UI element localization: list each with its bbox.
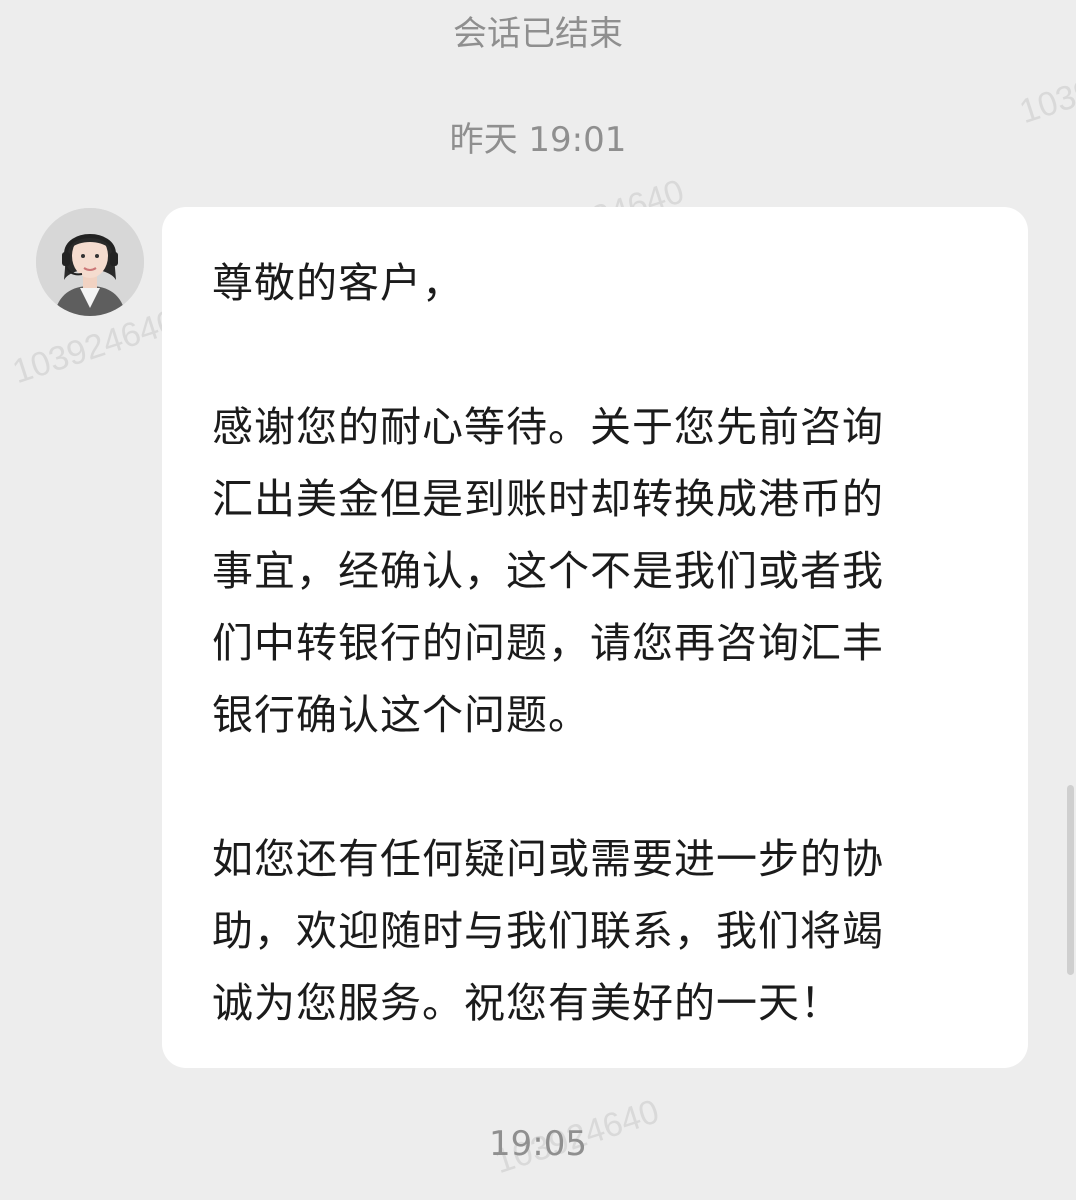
message-line: 银行确认这个问题。 (212, 691, 590, 739)
message-line: 助，欢迎随时与我们联系，我们将竭 (212, 907, 884, 955)
message-line: 事宜，经确认，这个不是我们或者我 (212, 547, 884, 595)
watermark: 103924640 (8, 302, 182, 392)
message-line: 诚为您服务。祝您有美好的一天！ (212, 979, 842, 1027)
message-line: 汇出美金但是到账时却转换成港币的 (212, 475, 884, 523)
session-ended-notice: 会话已结束 (453, 14, 623, 54)
message-line: 感谢您的耐心等待。关于您先前咨询 (212, 403, 884, 451)
message-line: 尊敬的客户， (212, 259, 464, 307)
message-bubble[interactable]: 尊敬的客户， 感谢您的耐心等待。关于您先前咨询 汇出美金但是到账时却转换成港币的… (162, 207, 1028, 1068)
timestamp: 19:05 (489, 1124, 587, 1164)
person-avatar-icon (36, 208, 144, 316)
chat-screen: 103924640 103924640 103924640 103924640 … (0, 0, 1076, 1200)
scrollbar[interactable] (1067, 785, 1074, 975)
timestamp: 昨天 19:01 (449, 120, 627, 160)
agent-avatar[interactable] (36, 208, 144, 316)
message-line: 如您还有任何疑问或需要进一步的协 (212, 835, 884, 883)
message-line: 们中转银行的问题，请您再咨询汇丰 (212, 619, 884, 667)
